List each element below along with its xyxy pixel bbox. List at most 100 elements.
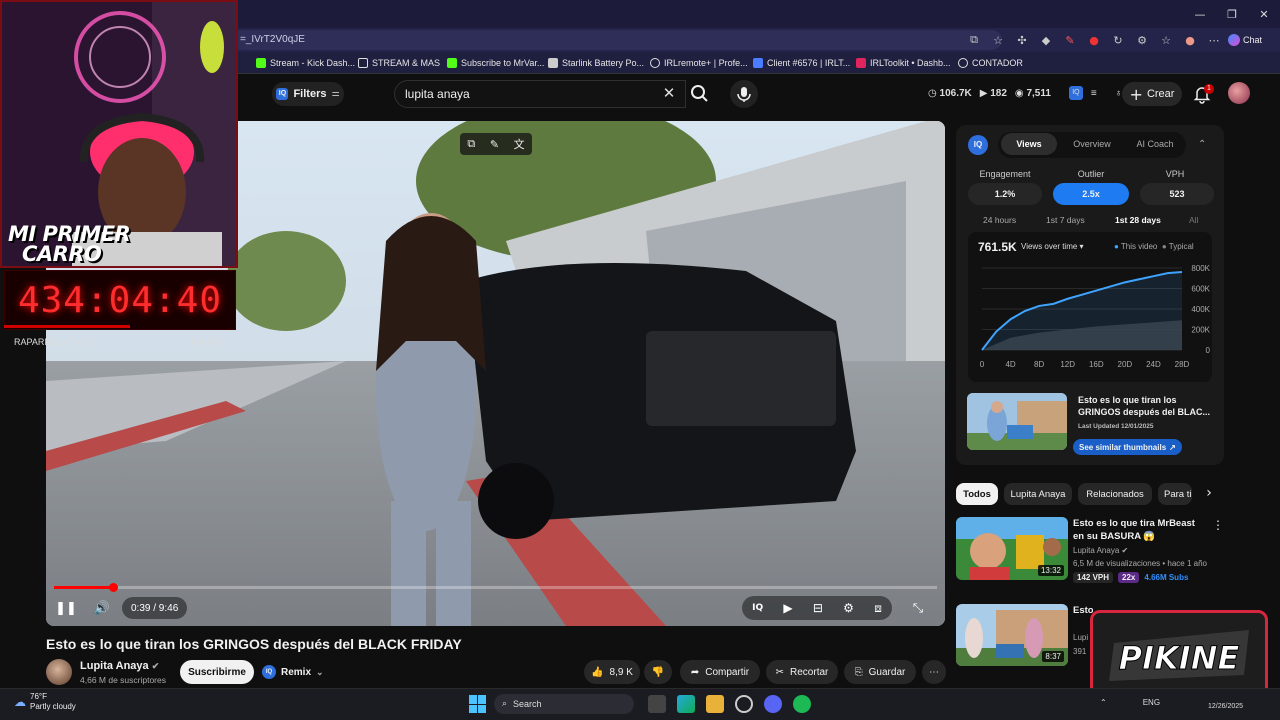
video-thumbnail[interactable]	[967, 393, 1067, 450]
discord-icon[interactable]	[764, 695, 782, 713]
range-24h[interactable]: 24 hours	[983, 215, 1016, 225]
autoplay-icon[interactable]: ▶	[783, 601, 792, 615]
bookmark[interactable]: Client #6576 | IRLT...	[753, 52, 850, 74]
subscribe-button[interactable]: Suscribirme	[180, 660, 254, 684]
thumbnail-updated: Last Updated 12/01/2025	[1078, 423, 1154, 430]
star-icon[interactable]: ☆	[989, 31, 1007, 49]
volume-icon[interactable]: 🔊	[90, 596, 114, 620]
views-stat: ◷ 106.7K	[928, 87, 972, 99]
share-button[interactable]: ➦ Compartir	[680, 660, 760, 684]
chip-for-you[interactable]: Para ti	[1158, 483, 1192, 505]
create-button[interactable]: + Crear	[1122, 82, 1182, 106]
fullscreen-icon[interactable]: ⤡	[906, 596, 930, 620]
clip-button[interactable]: ✂ Recortar	[766, 660, 838, 684]
diamond-icon[interactable]: ◆	[1037, 31, 1055, 49]
thumbnail-icon[interactable]: ⧉	[467, 137, 475, 151]
edge-icon[interactable]	[677, 695, 695, 713]
plus-icon: +	[1129, 84, 1143, 104]
pen-icon[interactable]: ✎	[1061, 31, 1079, 49]
bookmark[interactable]: IRLToolkit • Dashb...	[856, 52, 951, 74]
copilot-chat-button[interactable]: Chat	[1228, 31, 1276, 49]
clear-search-icon[interactable]: ✕	[660, 84, 678, 102]
related-title[interactable]: Esto es lo que tira MrBeast en su BASURA…	[1073, 517, 1205, 543]
bookmark[interactable]: CONTADOR	[958, 52, 1023, 74]
related-thumbnail[interactable]: 8:37	[956, 604, 1068, 666]
svg-text:PIKINE: PIKINE	[1119, 639, 1240, 677]
puzzle-icon[interactable]: ✣	[1013, 31, 1031, 49]
collapse-icon[interactable]: ⌃	[1198, 139, 1206, 150]
more-icon[interactable]: ⋯	[1205, 31, 1223, 49]
bookmark[interactable]: Stream - Kick Dash...	[256, 52, 355, 74]
chip-channel[interactable]: Lupita Anaya	[1004, 483, 1072, 505]
profile-icon[interactable]: ●	[1181, 31, 1199, 49]
weather-widget[interactable]: ☁ 76°F Partly cloudy	[14, 692, 76, 712]
bookmark[interactable]: Subscribe to MrVar...	[447, 52, 544, 74]
tab-icon[interactable]: ⧉	[965, 31, 983, 49]
captions-icon[interactable]: ⊟	[813, 601, 823, 615]
extension-icon[interactable]: ⚙	[1133, 31, 1151, 49]
mic-icon[interactable]	[730, 80, 758, 108]
tab-ai-coach[interactable]: AI Coach	[1127, 133, 1183, 155]
chevron-right-icon[interactable]: ›	[1200, 485, 1218, 503]
favorites-icon[interactable]: ☆	[1157, 31, 1175, 49]
miniplayer-icon[interactable]: ⧈	[874, 601, 882, 616]
range-7d[interactable]: 1st 7 days	[1046, 215, 1085, 225]
more-actions-button[interactable]: ⋯	[922, 660, 946, 684]
chip-all[interactable]: Todos	[956, 483, 998, 505]
tab-views[interactable]: Views	[1001, 133, 1057, 155]
similar-thumbnails-button[interactable]: See similar thumbnails ↗	[1073, 439, 1182, 455]
related-channel[interactable]: Lupi	[1073, 633, 1091, 642]
bookmark[interactable]: STREAM & MAS	[358, 52, 440, 74]
tab-overview[interactable]: Overview	[1064, 133, 1120, 155]
spotify-icon[interactable]	[793, 695, 811, 713]
related-thumbnail[interactable]: 13:32	[956, 517, 1068, 580]
more-vert-icon[interactable]: ⋮	[1212, 518, 1224, 532]
views-dropdown[interactable]: Views over time ▾	[1021, 242, 1084, 251]
taskbar-search[interactable]: ⌕ Search	[494, 694, 634, 714]
chevron-up-icon[interactable]: ⌃	[1100, 698, 1107, 707]
account-avatar[interactable]	[1228, 82, 1250, 104]
notes-icon[interactable]: ✎	[490, 138, 499, 151]
range-28d[interactable]: 1st 28 days	[1115, 215, 1161, 225]
settings-icon[interactable]: ⚙	[843, 601, 854, 615]
total-views: 761.5K	[978, 240, 1017, 254]
list-icon[interactable]: ≡	[1091, 88, 1097, 99]
obs-icon[interactable]	[735, 695, 753, 713]
iq-icon[interactable]: IQ	[1068, 86, 1083, 100]
pause-icon[interactable]: ❚❚	[54, 596, 78, 620]
translate-icon[interactable]: 文	[514, 136, 525, 152]
x-tick-label: 16D	[1089, 360, 1104, 369]
url-field[interactable]: =_IVrT2V0qJE	[232, 30, 1002, 50]
bookmark[interactable]: IRLremote+ | Profe...	[650, 52, 748, 74]
dislike-button[interactable]: 👎	[644, 660, 672, 684]
this-video-series-area	[982, 271, 1182, 350]
search-input[interactable]: lupita anaya	[394, 80, 686, 108]
subscriber-count: 4,66 M de suscriptores	[80, 675, 166, 685]
close-icon[interactable]: ✕	[1248, 0, 1280, 28]
x-tick-label: 0	[980, 360, 985, 369]
minimize-icon[interactable]: —	[1184, 0, 1216, 28]
chip-related[interactable]: Relacionados	[1078, 483, 1152, 505]
clock-date[interactable]: 12/26/2025	[1208, 703, 1243, 710]
record-icon[interactable]: ●	[1085, 31, 1103, 49]
stream-title-logo: MI PRIMER CARRO	[8, 222, 131, 266]
range-all[interactable]: All	[1189, 215, 1198, 225]
start-icon[interactable]	[469, 695, 487, 713]
remix-button[interactable]: IQ Remix ⌄	[262, 662, 324, 682]
search-icon[interactable]	[686, 80, 714, 108]
save-button[interactable]: ⎘ Guardar	[844, 660, 916, 684]
folder-icon[interactable]	[706, 695, 724, 713]
notification-count-badge: 1	[1204, 84, 1214, 94]
bookmark[interactable]: Starlink Battery Po...	[548, 52, 644, 74]
filters-button[interactable]: IQ Filters ⚌	[272, 82, 344, 106]
channel-avatar[interactable]	[46, 659, 72, 685]
progress-track[interactable]	[54, 586, 937, 589]
iq-icon[interactable]: IQ	[752, 603, 763, 613]
related-channel[interactable]: Lupita Anaya ✔	[1073, 546, 1128, 555]
refresh-icon[interactable]: ↻	[1109, 31, 1127, 49]
channel-name[interactable]: Lupita Anaya ✔	[80, 660, 159, 672]
language-indicator[interactable]: ENG	[1143, 698, 1160, 707]
like-button[interactable]: 👍 8,9 K	[584, 660, 640, 684]
restore-icon[interactable]: ❐	[1216, 0, 1248, 28]
task-view-icon[interactable]	[648, 695, 666, 713]
